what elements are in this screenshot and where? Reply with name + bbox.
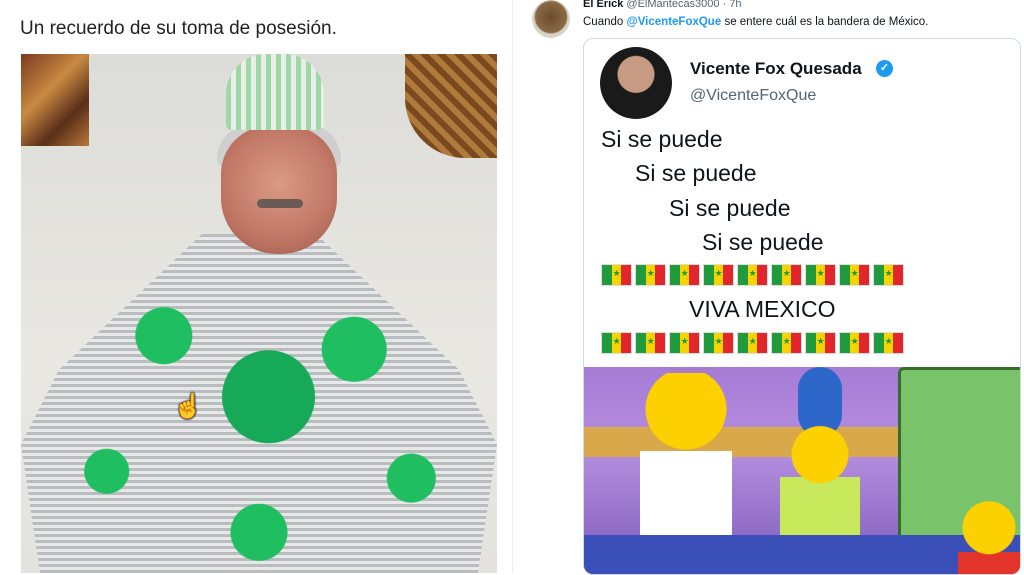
face [221,126,337,254]
author-name[interactable]: El Erick [583,0,623,10]
flag-icon [601,264,632,286]
flag-icon [873,264,904,286]
wall-painting [21,54,89,146]
quoted-line-3: Si se puede [669,195,791,221]
flag-icon [839,332,870,354]
quoted-name[interactable]: Vicente Fox Quesada [690,59,862,79]
mustache [257,199,303,208]
flag-icon [873,332,904,354]
mention-link[interactable]: @VicenteFoxQue [627,16,722,28]
tweet-text: Un recuerdo de su toma de posesión. [20,18,337,39]
viva-mexico: VIVA MEXICO [689,296,836,322]
tweet-header: El Erick @ElMantecas3000 · 7h [583,0,742,10]
time-ago[interactable]: · 7h [723,0,742,10]
author-handle[interactable]: @ElMantecas3000 [626,0,719,10]
flag-icon [839,264,870,286]
simpsons-image[interactable] [584,367,1020,574]
flag-icon [737,332,768,354]
flag-icon [669,332,700,354]
avatar[interactable] [532,0,570,38]
lisa [958,497,1020,574]
flag-icon [669,264,700,286]
flag-icon [703,264,734,286]
reply-prefix: Cuando [583,16,624,28]
flag-icon [635,264,666,286]
tweet-photo[interactable]: ☝ [21,54,497,573]
verified-icon: ✓ [876,60,893,77]
flag-icon [771,332,802,354]
quoted-line-4: Si se puede [702,229,824,255]
flag-icon [601,332,632,354]
wall-tapestry [405,54,497,158]
flag-icon [703,332,734,354]
flag-icon [635,332,666,354]
tweet-text: Cuando @VicenteFoxQue se entere cuál es … [583,16,928,28]
table [584,535,1020,574]
flag-icon [805,264,836,286]
quoted-line-2: Si se puede [635,160,757,186]
cursor-hand-icon: ☝ [173,393,203,420]
quoted-handle[interactable]: @VicenteFoxQue [690,87,816,105]
quoted-line-1: Si se puede [601,126,723,152]
quoted-tweet[interactable]: Vicente Fox Quesada ✓ @VicenteFoxQue Si … [583,38,1021,575]
flag-row-1 [601,264,904,286]
kufi-hat [226,54,324,130]
flag-row-2 [601,332,904,354]
green-robe [21,234,497,573]
flag-icon [771,264,802,286]
quoted-avatar[interactable] [600,47,672,119]
left-tweet: Un recuerdo de su toma de posesión. ☝ [0,0,512,573]
reply-suffix: se entere cuál es la bandera de México. [724,16,929,28]
flag-icon [805,332,836,354]
flag-icon [737,264,768,286]
